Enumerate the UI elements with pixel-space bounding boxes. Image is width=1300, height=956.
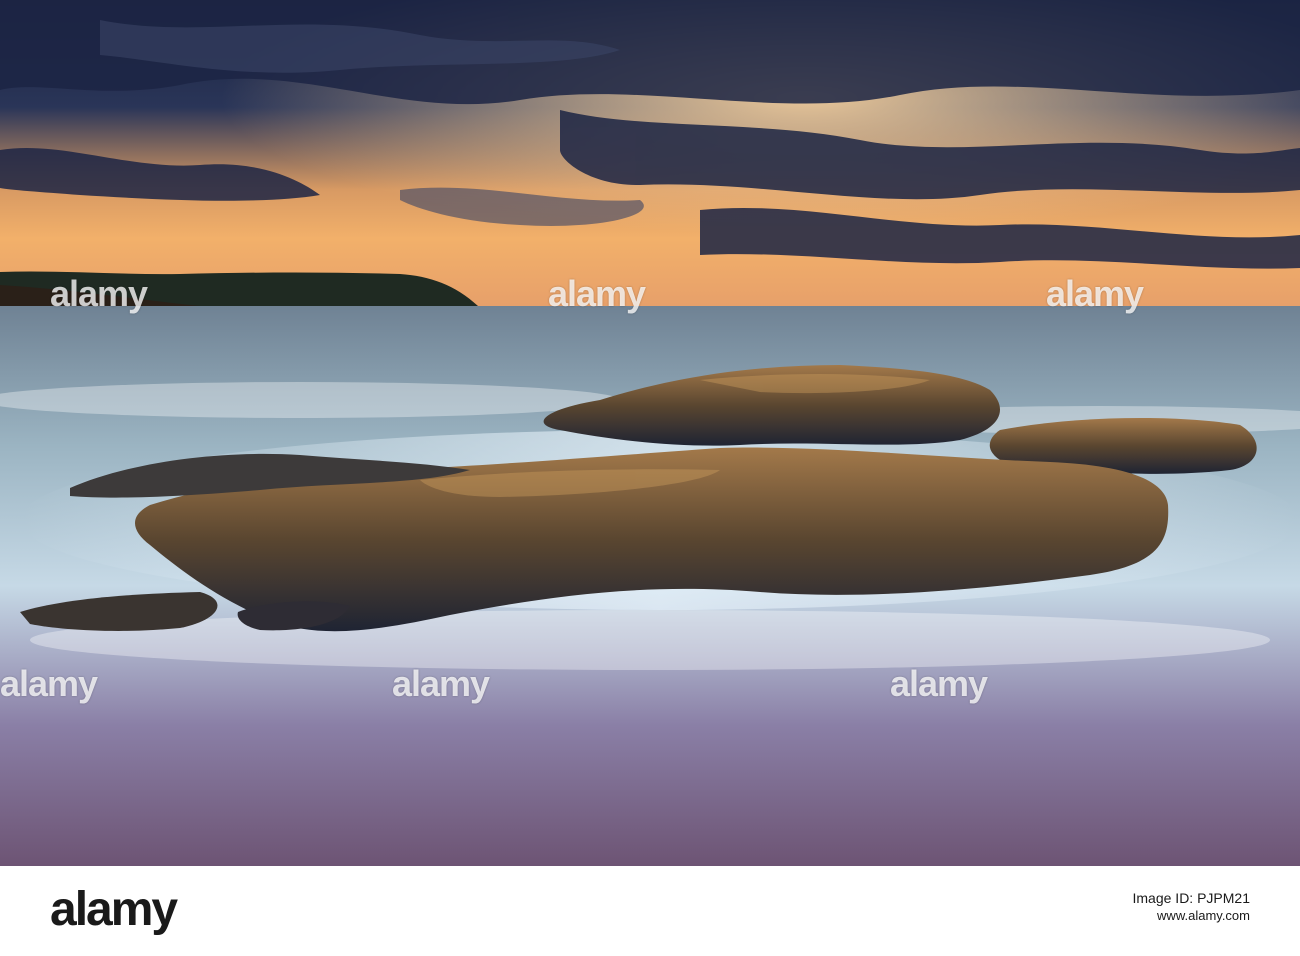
alamy-logo[interactable]: alamy bbox=[50, 883, 178, 936]
seascape-image bbox=[0, 0, 1300, 866]
photo-canvas: alamy alamy alamy alamy alamy alamy bbox=[0, 0, 1300, 866]
site-url[interactable]: www.alamy.com bbox=[1133, 908, 1250, 923]
image-meta: Image ID: PJPM21 www.alamy.com bbox=[1133, 890, 1251, 923]
footer-bar: alamy Image ID: PJPM21 www.alamy.com bbox=[0, 866, 1300, 956]
image-id: Image ID: PJPM21 bbox=[1132, 890, 1251, 906]
logo-text: alamy bbox=[50, 883, 178, 936]
